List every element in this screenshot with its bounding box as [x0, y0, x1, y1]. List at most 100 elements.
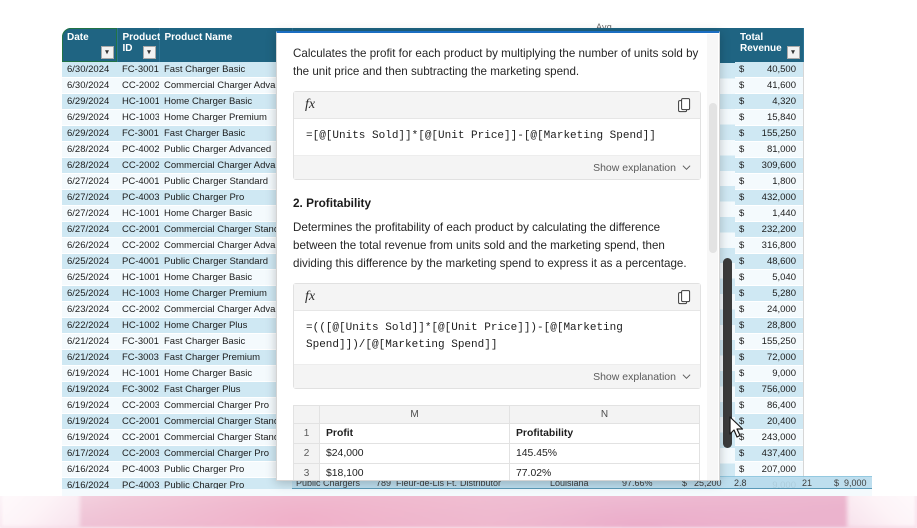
table-row-revenue[interactable]: $5,280	[735, 285, 803, 302]
cell-pname[interactable]: Commercial Charger Advanced	[159, 301, 292, 318]
cell-pid[interactable]: HC-1001	[117, 365, 159, 382]
cell-date[interactable]: 6/27/2024	[62, 221, 117, 238]
cell-pname[interactable]: Commercial Charger Pro	[159, 445, 292, 462]
cell-pname[interactable]: Public Charger Advanced	[159, 141, 292, 158]
table-row-revenue[interactable]: $9,000	[735, 365, 803, 382]
cell-pname[interactable]: Public Charger Standard	[159, 253, 292, 270]
cell-pname[interactable]: Home Charger Premium	[159, 285, 292, 302]
cell-date[interactable]: 6/21/2024	[62, 349, 117, 366]
table-row-revenue[interactable]: $41,600	[735, 77, 803, 94]
cell-pname[interactable]: Commercial Charger Pro	[159, 397, 292, 414]
table-row-revenue[interactable]: $40,500	[735, 62, 803, 78]
cell-pname[interactable]: Home Charger Plus	[159, 317, 292, 334]
filter-dropdown-icon-date[interactable]: ▾	[100, 46, 114, 59]
cell-pname[interactable]: Fast Charger Basic	[159, 125, 292, 142]
cell-total-revenue[interactable]: $9,000	[735, 365, 803, 382]
table-row[interactable]: 6/16/2024 PC-4003 Public Charger Pro	[62, 461, 292, 478]
table-row[interactable]: 6/25/2024 PC-4001 Public Charger Standard	[62, 253, 292, 270]
cell-pid[interactable]: FC-3001	[117, 62, 159, 78]
cell-pname[interactable]: Home Charger Basic	[159, 93, 292, 110]
table-row[interactable]: 6/23/2024 CC-2002 Commercial Charger Advan…	[62, 301, 292, 318]
dialog-scrollbar-track[interactable]	[707, 34, 718, 480]
cell-pid[interactable]: HC-1001	[117, 93, 159, 110]
cell-total-revenue[interactable]: $756,000	[735, 381, 803, 398]
cell-total-revenue[interactable]: $316,800	[735, 237, 803, 254]
table-row-revenue[interactable]: $4,320	[735, 93, 803, 110]
cell-total-revenue[interactable]: $81,000	[735, 141, 803, 158]
cell-date[interactable]: 6/27/2024	[62, 173, 117, 190]
cell-pid[interactable]: CC-2002	[117, 301, 159, 318]
table-row[interactable]: 6/19/2024 FC-3002 Fast Charger Plus	[62, 381, 292, 398]
table-row[interactable]: 6/27/2024 HC-1001 Home Charger Basic	[62, 205, 292, 222]
table-row[interactable]: 6/26/2024 CC-2002 Commercial Charger Advan…	[62, 237, 292, 254]
filter-dropdown-icon-total-revenue[interactable]: ▾	[786, 46, 800, 59]
cell-date[interactable]: 6/28/2024	[62, 141, 117, 158]
cell-pname[interactable]: Commercial Charger Advanced	[159, 157, 292, 174]
copy-icon-2[interactable]	[678, 289, 691, 305]
cell-date[interactable]: 6/19/2024	[62, 381, 117, 398]
cell-pid[interactable]: FC-3001	[117, 333, 159, 350]
table-row-revenue[interactable]: $20,400	[735, 413, 803, 430]
cell-date[interactable]: 6/25/2024	[62, 285, 117, 302]
cell-total-revenue[interactable]: $5,280	[735, 285, 803, 302]
cell-pid[interactable]: PC-4003	[117, 189, 159, 206]
cell-pid[interactable]: CC-2002	[117, 77, 159, 94]
cell-pid[interactable]: CC-2001	[117, 413, 159, 430]
cell-total-revenue[interactable]: $40,500	[735, 62, 803, 78]
cell-pname[interactable]: Commercial Charger Standard	[159, 429, 292, 446]
table-row-revenue[interactable]: $24,000	[735, 301, 803, 318]
cell-pid[interactable]: FC-3002	[117, 381, 159, 398]
cell-pname[interactable]: Fast Charger Basic	[159, 333, 292, 350]
cell-pid[interactable]: CC-2001	[117, 429, 159, 446]
cell-pid[interactable]: CC-2002	[117, 237, 159, 254]
cell-total-revenue[interactable]: $24,000	[735, 301, 803, 318]
table-row[interactable]: 6/17/2024 CC-2003 Commercial Charger Pro	[62, 445, 292, 462]
cell-total-revenue[interactable]: $15,840	[735, 109, 803, 126]
table-row-revenue[interactable]: $232,200	[735, 221, 803, 238]
cell-total-revenue[interactable]: $5,040	[735, 269, 803, 286]
table-row-revenue[interactable]: $316,800	[735, 237, 803, 254]
table-row[interactable]: 6/19/2024 CC-2001 Commercial Charger Stand…	[62, 429, 292, 446]
cell-date[interactable]: 6/16/2024	[62, 461, 117, 478]
cell-pname[interactable]: Home Charger Basic	[159, 269, 292, 286]
cell-pname[interactable]: Home Charger Basic	[159, 365, 292, 382]
table-row-revenue[interactable]: $86,400	[735, 397, 803, 414]
cell-total-revenue[interactable]: $437,400	[735, 445, 803, 462]
cell-total-revenue[interactable]: $28,800	[735, 317, 803, 334]
table-row[interactable]: 6/21/2024 FC-3001 Fast Charger Basic	[62, 333, 292, 350]
cell-total-revenue[interactable]: $155,250	[735, 333, 803, 350]
cell-total-revenue[interactable]: $4,320	[735, 93, 803, 110]
formula-1-text[interactable]: =[@[Units Sold]]*[@[Unit Price]]-[@[Mark…	[294, 119, 700, 155]
column-header-total-revenue[interactable]: Total Revenue ▾	[735, 28, 804, 62]
cell-total-revenue[interactable]: $72,000	[735, 349, 803, 366]
cell-pid[interactable]: PC-4001	[117, 173, 159, 190]
table-row[interactable]: 6/19/2024 CC-2001 Commercial Charger Stand…	[62, 413, 292, 430]
cell-pid[interactable]: PC-4002	[117, 141, 159, 158]
table-row[interactable]: 6/25/2024 HC-1003 Home Charger Premium	[62, 285, 292, 302]
table-row[interactable]: 6/28/2024 PC-4002 Public Charger Advanced	[62, 141, 292, 158]
cell-total-revenue[interactable]: $309,600	[735, 157, 803, 174]
cell-date[interactable]: 6/26/2024	[62, 237, 117, 254]
formula-2-text[interactable]: =(([@[Units Sold]]*[@[Unit Price]])-[@[M…	[294, 311, 700, 364]
table-row[interactable]: 6/29/2024 FC-3001 Fast Charger Basic	[62, 125, 292, 142]
table-row-revenue[interactable]: $155,250	[735, 125, 803, 142]
cell-pid[interactable]: PC-4003	[117, 461, 159, 478]
cell-date[interactable]: 6/30/2024	[62, 62, 117, 78]
cell-pid[interactable]: CC-2002	[117, 157, 159, 174]
cell-pname[interactable]: Home Charger Basic	[159, 205, 292, 222]
cell-total-revenue[interactable]: $1,800	[735, 173, 803, 190]
cell-pid[interactable]: HC-1001	[117, 205, 159, 222]
cell-pid[interactable]: HC-1003	[117, 109, 159, 126]
table-row[interactable]: 6/29/2024 HC-1001 Home Charger Basic	[62, 93, 292, 110]
column-header-date[interactable]: Date ▾	[62, 28, 118, 62]
table-row-revenue[interactable]: $432,000	[735, 189, 803, 206]
cell-pname[interactable]: Fast Charger Plus	[159, 381, 292, 398]
table-row-revenue[interactable]: $28,800	[735, 317, 803, 334]
cell-date[interactable]: 6/19/2024	[62, 365, 117, 382]
table-row-revenue[interactable]: $5,040	[735, 269, 803, 286]
cell-date[interactable]: 6/21/2024	[62, 333, 117, 350]
cell-pname[interactable]: Commercial Charger Advanced	[159, 77, 292, 94]
cell-pname[interactable]: Public Charger Standard	[159, 173, 292, 190]
cell-total-revenue[interactable]: $1,440	[735, 205, 803, 222]
cell-date[interactable]: 6/29/2024	[62, 93, 117, 110]
